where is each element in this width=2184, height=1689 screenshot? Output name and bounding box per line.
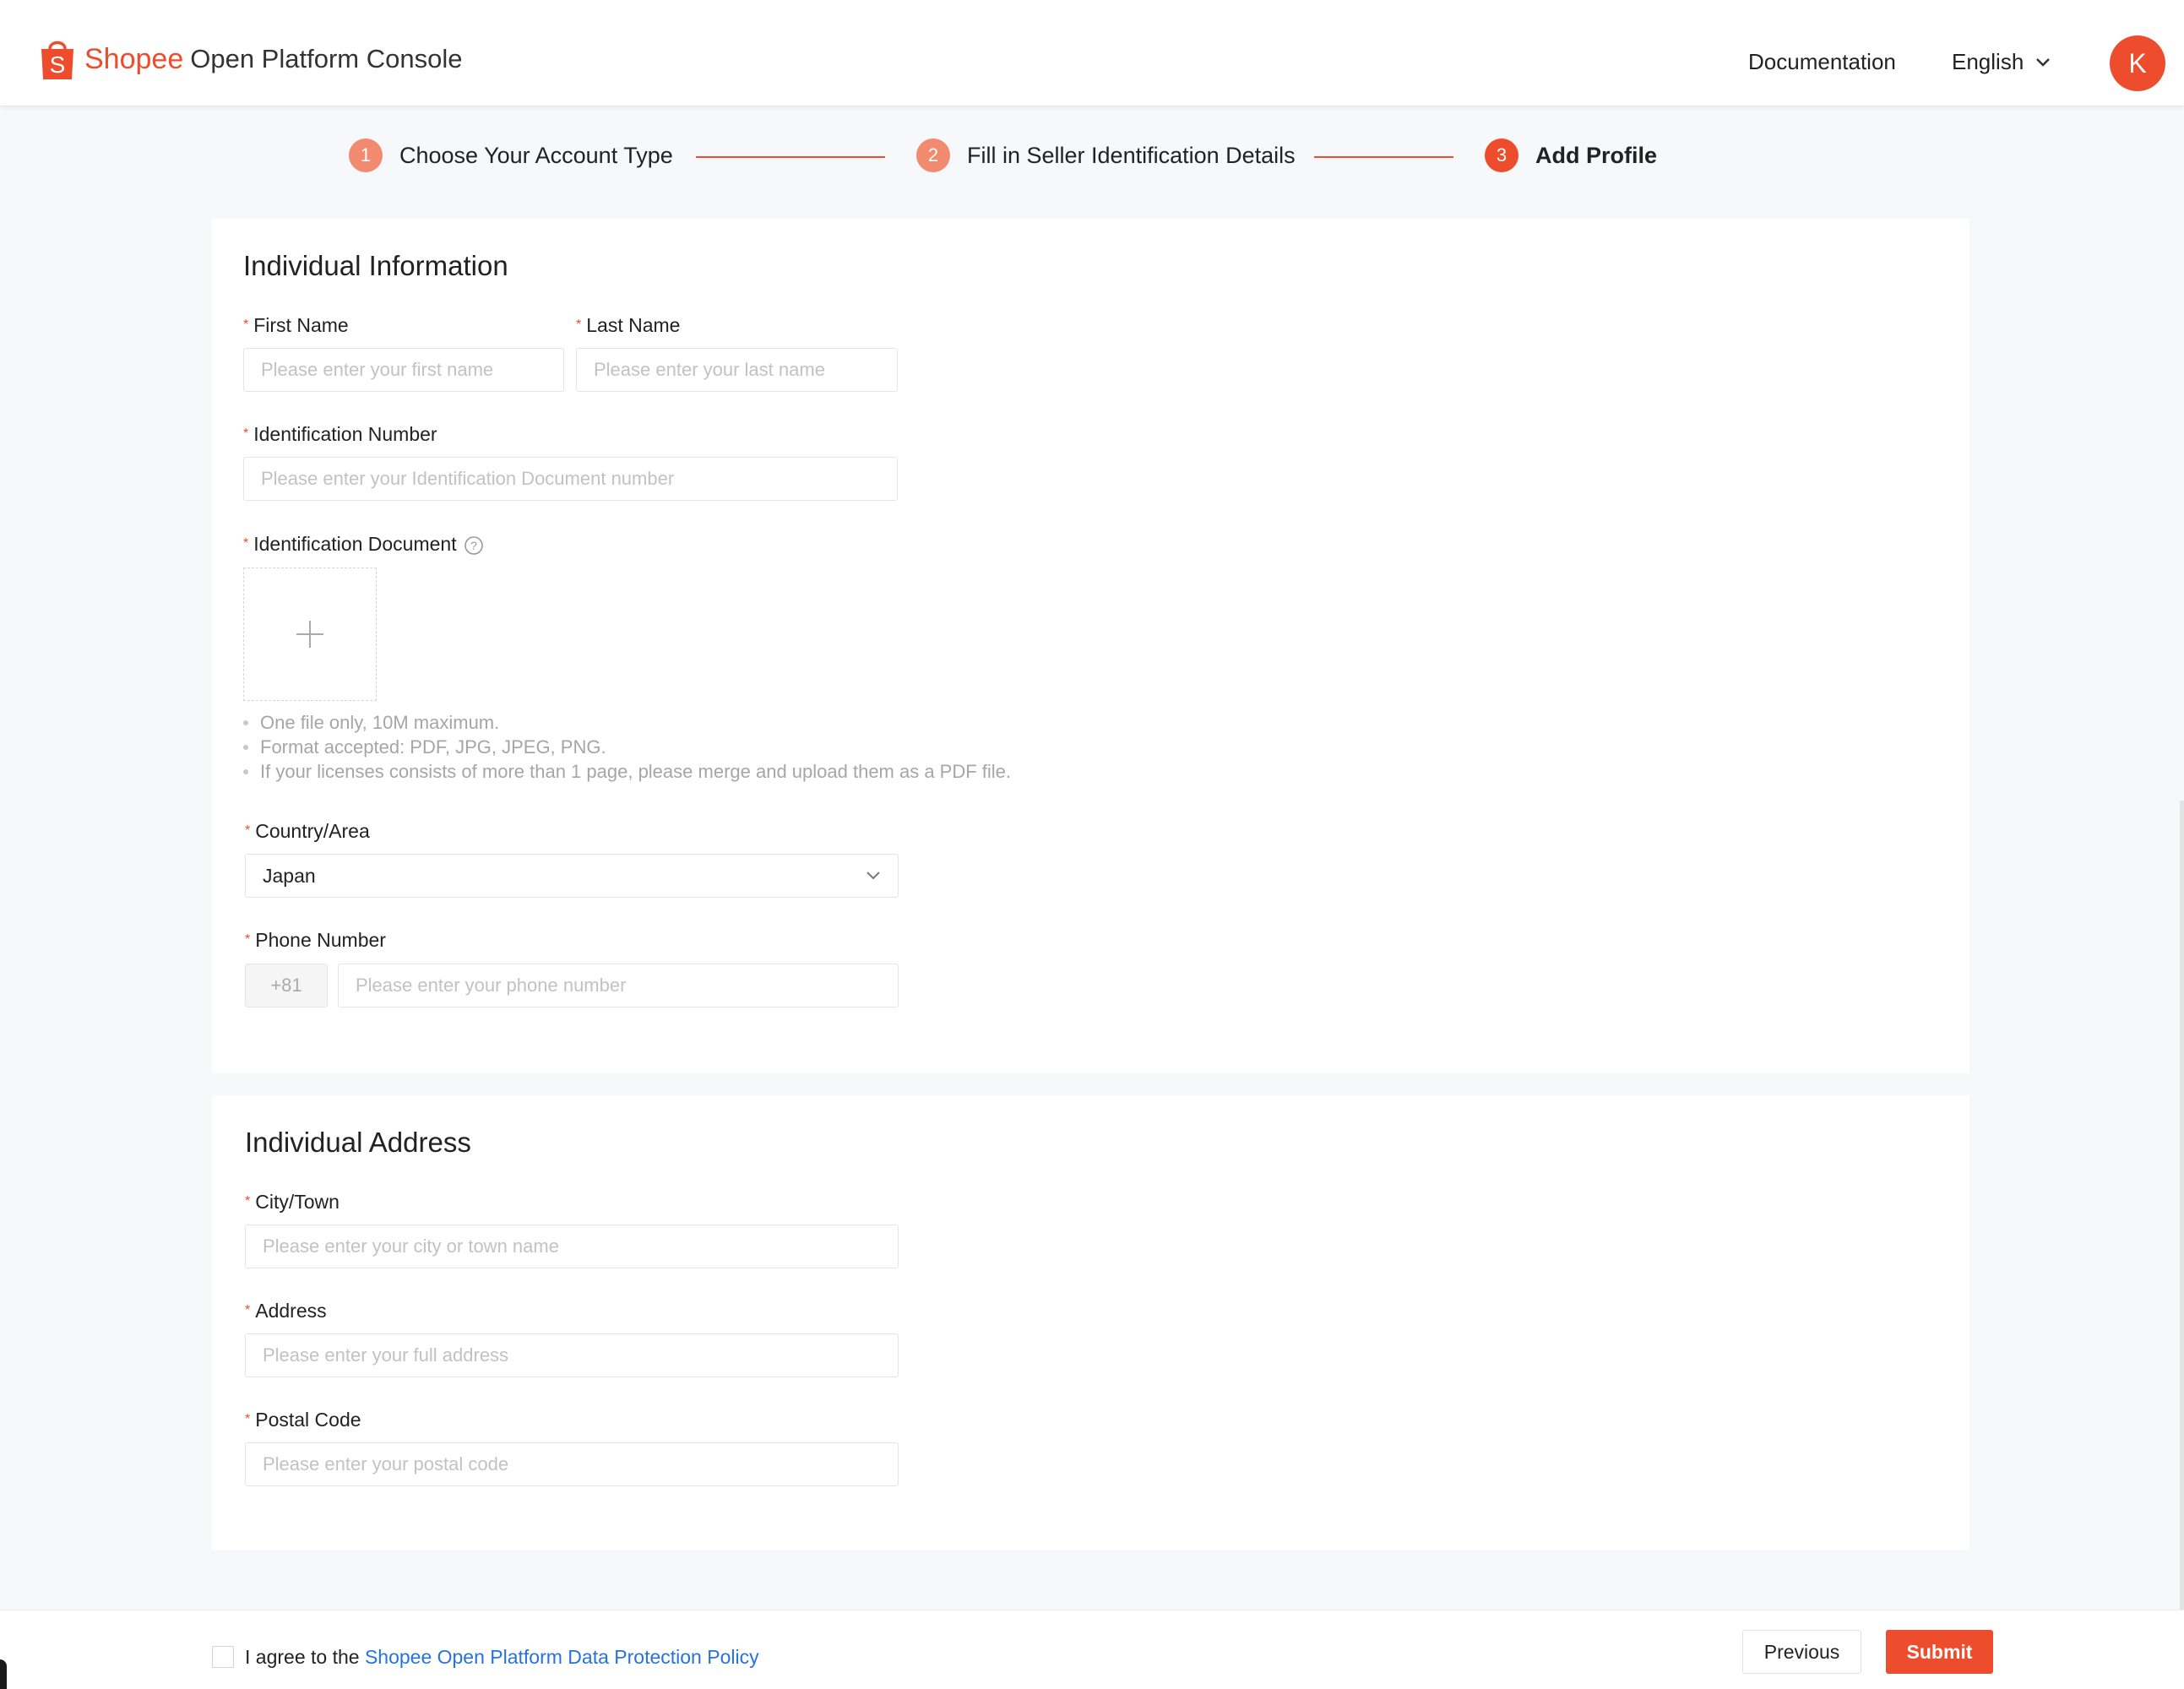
required-asterisk: * xyxy=(243,318,249,332)
data-protection-policy-link[interactable]: Shopee Open Platform Data Protection Pol… xyxy=(365,1646,759,1668)
chevron-down-icon xyxy=(867,872,880,880)
country-area-select[interactable]: Japan xyxy=(245,854,899,898)
step-2: 2 Fill in Seller Identification Details xyxy=(916,138,1296,172)
required-asterisk: * xyxy=(245,823,251,838)
last-name-input[interactable] xyxy=(576,348,898,392)
question-circle-icon[interactable]: ? xyxy=(464,535,484,556)
identification-number-input[interactable] xyxy=(243,457,898,501)
phone-number-input[interactable] xyxy=(338,964,899,1007)
shopee-logo[interactable]: S Shopee Open Platform Console xyxy=(39,37,462,81)
upload-hints-list: One file only, 10M maximum. Format accep… xyxy=(242,710,1011,784)
upload-hint: Format accepted: PDF, JPG, JPEG, PNG. xyxy=(242,735,1011,759)
phone-number-label: * Phone Number xyxy=(245,929,386,951)
scrollbar-track[interactable] xyxy=(2180,801,2184,1610)
step-3-label: Add Profile xyxy=(1535,142,1658,168)
language-label: English xyxy=(1952,49,2024,74)
step-1-label: Choose Your Account Type xyxy=(399,142,673,168)
top-header: S Shopee Open Platform Console Documenta… xyxy=(0,0,2184,106)
city-town-label: * City/Town xyxy=(245,1191,340,1213)
brand-name: Shopee xyxy=(84,42,184,75)
identification-document-label: * Identification Document? xyxy=(243,533,484,556)
language-selector[interactable]: English xyxy=(1952,49,2051,75)
step-2-number: 2 xyxy=(916,138,950,172)
upload-hint: If your licenses consists of more than 1… xyxy=(242,759,1011,784)
window-corner xyxy=(0,1659,7,1689)
agree-text: I agree to the Shopee Open Platform Data… xyxy=(245,1646,759,1668)
address-input[interactable] xyxy=(245,1333,899,1377)
step-1: 1 Choose Your Account Type xyxy=(349,138,673,172)
step-3-number: 3 xyxy=(1485,138,1518,172)
avatar[interactable]: K xyxy=(2110,35,2165,91)
step-connector-1 xyxy=(696,156,885,158)
previous-button[interactable]: Previous xyxy=(1742,1630,1861,1674)
svg-text:?: ? xyxy=(470,539,477,552)
product-name: Open Platform Console xyxy=(190,44,463,73)
agree-checkbox[interactable] xyxy=(212,1646,234,1668)
first-name-label: * First Name xyxy=(243,314,349,336)
country-area-label: * Country/Area xyxy=(245,820,370,842)
step-3: 3 Add Profile xyxy=(1485,138,1657,172)
individual-information-title: Individual Information xyxy=(243,250,508,281)
required-asterisk: * xyxy=(243,426,249,441)
address-label: * Address xyxy=(245,1300,327,1322)
shopee-bag-icon: S xyxy=(41,41,73,79)
required-asterisk: * xyxy=(576,318,582,332)
svg-text:S: S xyxy=(50,52,66,78)
upload-hint: One file only, 10M maximum. xyxy=(242,710,1011,735)
postal-code-input[interactable] xyxy=(245,1442,899,1486)
required-asterisk: * xyxy=(245,1412,251,1426)
submit-button[interactable]: Submit xyxy=(1886,1630,1993,1674)
phone-country-code: +81 xyxy=(245,964,328,1007)
step-connector-2 xyxy=(1314,156,1453,158)
required-asterisk: * xyxy=(243,536,249,551)
required-asterisk: * xyxy=(245,1303,251,1317)
city-town-input[interactable] xyxy=(245,1225,899,1268)
individual-information-card xyxy=(212,219,1969,1073)
country-area-value: Japan xyxy=(263,864,316,887)
identification-number-label: * Identification Number xyxy=(243,423,437,445)
individual-address-title: Individual Address xyxy=(245,1127,471,1158)
plus-icon xyxy=(296,621,323,648)
last-name-label: * Last Name xyxy=(576,314,681,336)
required-asterisk: * xyxy=(245,1194,251,1208)
identification-document-upload[interactable] xyxy=(243,568,377,701)
step-1-number: 1 xyxy=(349,138,383,172)
required-asterisk: * xyxy=(245,932,251,947)
step-2-label: Fill in Seller Identification Details xyxy=(967,142,1296,168)
chevron-down-icon xyxy=(2036,57,2051,67)
first-name-input[interactable] xyxy=(243,348,564,392)
documentation-link[interactable]: Documentation xyxy=(1748,49,1896,75)
postal-code-label: * Postal Code xyxy=(245,1409,361,1431)
